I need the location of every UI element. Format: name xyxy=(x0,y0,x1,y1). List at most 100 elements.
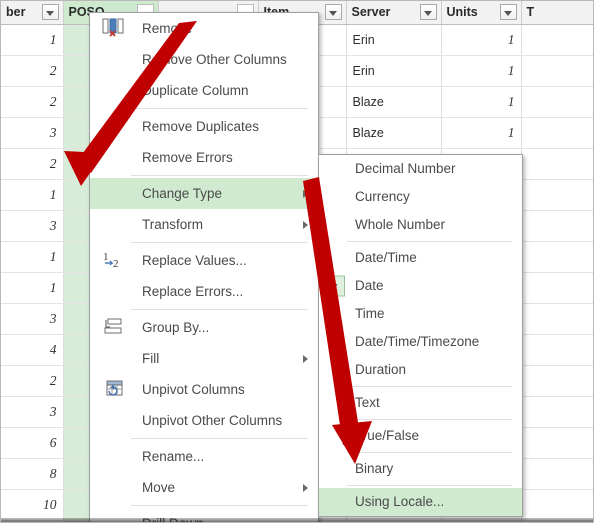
menu-item-transform[interactable]: Transform xyxy=(90,209,318,240)
cell-number[interactable]: 2 xyxy=(1,86,64,118)
menu-item-binary[interactable]: Binary xyxy=(319,455,522,483)
menu-item-change-type[interactable]: Change Type xyxy=(90,178,318,209)
cell-total[interactable] xyxy=(521,86,593,118)
submenu-chevron-icon xyxy=(303,189,308,198)
cell-number[interactable]: 3 xyxy=(1,210,64,242)
cell-total[interactable] xyxy=(521,396,593,428)
cell-total[interactable] xyxy=(521,148,593,180)
menu-item-move[interactable]: Move xyxy=(90,472,318,503)
menu-item-label: Currency xyxy=(355,189,410,204)
unpivot-icon xyxy=(102,379,124,401)
menu-item-fill[interactable]: Fill xyxy=(90,343,318,374)
cell-number[interactable]: 10 xyxy=(1,489,64,521)
cell-number[interactable]: 8 xyxy=(1,458,64,490)
cell-units[interactable]: 1 xyxy=(441,24,522,56)
menu-item-date-time-timezone[interactable]: Date/Time/Timezone xyxy=(319,328,522,356)
menu-separator xyxy=(347,241,512,242)
cell-units[interactable]: 1 xyxy=(441,55,522,87)
menu-item-duration[interactable]: Duration xyxy=(319,356,522,384)
menu-item-date[interactable]: Date xyxy=(319,272,522,304)
cell-server[interactable]: Erin xyxy=(346,55,442,87)
menu-item-currency[interactable]: Currency xyxy=(319,183,522,211)
cell-number[interactable]: 1 xyxy=(1,241,64,273)
cell-number[interactable]: 4 xyxy=(1,334,64,366)
cell-number[interactable]: 2 xyxy=(1,148,64,180)
menu-item-label: Time xyxy=(355,306,385,321)
filter-dropdown-icon[interactable] xyxy=(324,4,342,20)
menu-item-decimal-number[interactable]: Decimal Number xyxy=(319,155,522,183)
menu-item-whole-number[interactable]: Whole Number xyxy=(319,211,522,239)
menu-item-replace-errors[interactable]: Replace Errors... xyxy=(90,276,318,307)
menu-item-duplicate-column[interactable]: Duplicate Column xyxy=(90,75,318,106)
menu-item-label: Whole Number xyxy=(355,217,446,232)
cell-number[interactable]: 3 xyxy=(1,117,64,149)
menu-item-rename[interactable]: Rename... xyxy=(90,441,318,472)
cell-total[interactable] xyxy=(521,117,593,149)
filter-dropdown-icon[interactable] xyxy=(41,4,59,20)
menu-item-label: Replace Values... xyxy=(142,253,247,268)
cell-server[interactable]: Blaze xyxy=(346,117,442,149)
menu-item-date-time[interactable]: Date/Time xyxy=(319,244,522,272)
cell-number[interactable]: 2 xyxy=(1,55,64,87)
cell-total[interactable] xyxy=(521,24,593,56)
cell-number[interactable]: 3 xyxy=(1,396,64,428)
cell-total[interactable] xyxy=(521,365,593,397)
filter-dropdown-icon[interactable] xyxy=(499,4,517,20)
cell-total[interactable] xyxy=(521,489,593,521)
menu-item-label: Decimal Number xyxy=(355,161,456,176)
bottom-edge-shadow xyxy=(1,518,593,522)
cell-total[interactable] xyxy=(521,303,593,335)
menu-item-remove[interactable]: Remove xyxy=(90,13,318,44)
menu-item-replace-values[interactable]: 1 2 Replace Values... xyxy=(90,245,318,276)
menu-item-group-by[interactable]: Group By... xyxy=(90,312,318,343)
menu-separator xyxy=(131,108,308,109)
cell-total[interactable] xyxy=(521,179,593,211)
column-header-total[interactable]: T xyxy=(521,1,593,25)
menu-item-remove-errors[interactable]: Remove Errors xyxy=(90,142,318,173)
menu-item-label: Text xyxy=(355,395,380,410)
cell-total[interactable] xyxy=(521,241,593,273)
cell-server[interactable]: Erin xyxy=(346,24,442,56)
cell-number[interactable]: 6 xyxy=(1,427,64,459)
menu-separator xyxy=(131,438,308,439)
menu-item-unpivot-other-columns[interactable]: Unpivot Other Columns xyxy=(90,405,318,436)
menu-item-label: Duplicate Column xyxy=(142,83,249,98)
menu-item-label: True/False xyxy=(355,428,420,443)
cell-total[interactable] xyxy=(521,55,593,87)
menu-separator xyxy=(347,452,512,453)
column-header-number[interactable]: ber xyxy=(1,1,64,25)
submenu-chevron-icon xyxy=(303,220,308,229)
cell-total[interactable] xyxy=(521,210,593,242)
column-context-menu[interactable]: Remove Remove Other Columns Duplicate Colu… xyxy=(89,12,319,522)
menu-separator xyxy=(131,242,308,243)
filter-dropdown-icon[interactable] xyxy=(419,4,437,20)
cell-server[interactable]: Blaze xyxy=(346,86,442,118)
cell-total[interactable] xyxy=(521,272,593,304)
cell-number[interactable]: 2 xyxy=(1,365,64,397)
menu-item-unpivot-columns[interactable]: Unpivot Columns xyxy=(90,374,318,405)
menu-item-label: Change Type xyxy=(142,186,223,201)
column-header-server[interactable]: Server xyxy=(346,1,442,25)
cell-units[interactable]: 1 xyxy=(441,117,522,149)
menu-item-label: Move xyxy=(142,480,176,495)
cell-units[interactable]: 1 xyxy=(441,86,522,118)
menu-item-label: Using Locale... xyxy=(355,494,445,509)
menu-item-label: Duration xyxy=(355,362,407,377)
menu-item-text[interactable]: Text xyxy=(319,389,522,417)
menu-item-label: Group By... xyxy=(142,320,210,335)
menu-item-remove-other-columns[interactable]: Remove Other Columns xyxy=(90,44,318,75)
column-header-units[interactable]: Units xyxy=(441,1,522,25)
menu-item-using-locale[interactable]: Using Locale... xyxy=(319,488,522,516)
cell-number[interactable]: 3 xyxy=(1,303,64,335)
menu-item-true-false[interactable]: True/False xyxy=(319,422,522,450)
cell-total[interactable] xyxy=(521,458,593,490)
cell-number[interactable]: 1 xyxy=(1,24,64,56)
menu-item-label: Binary xyxy=(355,461,394,476)
cell-number[interactable]: 1 xyxy=(1,179,64,211)
cell-total[interactable] xyxy=(521,427,593,459)
cell-total[interactable] xyxy=(521,334,593,366)
menu-item-remove-duplicates[interactable]: Remove Duplicates xyxy=(90,111,318,142)
menu-item-time[interactable]: Time xyxy=(319,300,522,328)
cell-number[interactable]: 1 xyxy=(1,272,64,304)
change-type-submenu[interactable]: Decimal Number Currency Whole Number Date/T… xyxy=(318,154,523,517)
